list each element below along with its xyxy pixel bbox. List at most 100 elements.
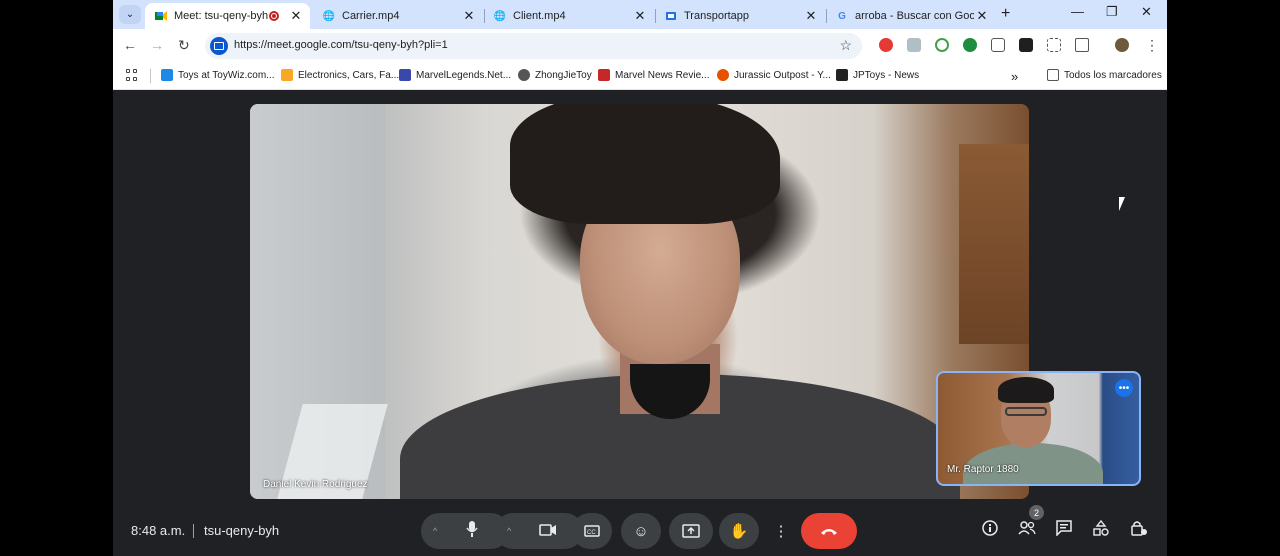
bookmark-label: ZhongJieToy — [535, 69, 592, 81]
tab-carrier[interactable]: 🌐 Carrier.mp4 ✕ — [313, 3, 483, 29]
tab-client[interactable]: 🌐 Client.mp4 ✕ — [484, 3, 654, 29]
bookmarks-bar: Toys at ToyWiz.com... Electronics, Cars,… — [113, 62, 1167, 90]
tab-title: Carrier.mp4 — [342, 10, 400, 22]
meeting-time: 8:48 a.m. — [131, 523, 186, 538]
tab-meet[interactable]: Meet: tsu-qeny-byh ✕ — [145, 3, 310, 29]
bookmark-item[interactable]: Jurassic Outpost - Y... — [717, 69, 831, 81]
bookmark-label: Jurassic Outpost - Y... — [734, 69, 831, 81]
raise-hand-button[interactable]: ✋ — [719, 513, 759, 549]
close-icon[interactable]: ✕ — [461, 8, 477, 24]
screenshot-extension-icon[interactable] — [991, 38, 1005, 52]
close-icon[interactable]: ✕ — [632, 8, 648, 24]
present-button[interactable] — [669, 513, 713, 549]
participant-count-badge: 2 — [1029, 505, 1044, 520]
bookmark-item[interactable]: Electronics, Cars, Fa... — [281, 69, 399, 81]
jptoys-icon — [836, 69, 848, 81]
extensions-puzzle-icon[interactable] — [1075, 38, 1089, 52]
bookmark-label: Toys at ToyWiz.com... — [178, 69, 275, 81]
tab-google-search[interactable]: G arroba - Buscar con Google ✕ — [826, 3, 996, 29]
bookmark-item[interactable]: Toys at ToyWiz.com... — [161, 69, 275, 81]
hand-icon: ✋ — [729, 523, 749, 540]
host-controls-button[interactable] — [1130, 520, 1148, 540]
marvel-news-icon — [598, 69, 610, 81]
leave-call-button[interactable] — [801, 513, 857, 549]
microphone-button[interactable] — [465, 521, 479, 541]
extension-icon[interactable] — [907, 38, 921, 52]
minimize-icon[interactable]: — — [1071, 4, 1084, 19]
page-icon — [665, 10, 677, 22]
tab-search-button[interactable]: ⌄ — [119, 5, 141, 24]
double-chevron-icon: » — [1011, 69, 1019, 84]
all-bookmarks-button[interactable]: Todos los marcadores — [1047, 69, 1162, 81]
self-person-hair — [998, 377, 1054, 403]
back-icon[interactable]: ← — [123, 37, 137, 53]
bookmark-label: Electronics, Cars, Fa... — [298, 69, 400, 81]
marvellegends-icon — [399, 69, 411, 81]
bookmark-label: MarvelLegends.Net... — [416, 69, 512, 81]
captions-button[interactable]: CC — [572, 513, 612, 549]
self-participant-name: Mr. Raptor 1880 — [947, 464, 1019, 475]
profile-avatar[interactable] — [1115, 38, 1129, 52]
timer-extension-icon[interactable] — [935, 38, 949, 52]
forward-icon[interactable]: → — [150, 37, 164, 53]
bookmark-item[interactable]: ZhongJieToy — [518, 69, 592, 81]
bookmark-separator — [150, 69, 151, 83]
grammarly-icon[interactable] — [963, 38, 977, 52]
people-button[interactable] — [1018, 520, 1036, 540]
address-bar[interactable]: https://meet.google.com/tsu-qeny-byh?pli… — [205, 33, 862, 59]
people-icon — [1018, 521, 1036, 535]
reload-icon[interactable]: ↻ — [178, 37, 190, 54]
jurassic-outpost-icon — [717, 69, 729, 81]
self-view-tile[interactable]: Mr. Raptor 1880 ••• — [936, 371, 1141, 486]
self-person-glasses — [1005, 407, 1047, 416]
restore-icon[interactable]: ❐ — [1106, 4, 1118, 20]
apps-grid-icon[interactable] — [126, 69, 138, 81]
emoji-button[interactable]: ☺ — [621, 513, 661, 549]
tab-title: Client.mp4 — [513, 10, 566, 22]
more-options-button[interactable]: ⋮ — [765, 513, 797, 549]
recording-icon — [269, 11, 279, 21]
activities-button[interactable] — [1093, 519, 1109, 540]
tab-title: Meet: tsu-qeny-byh — [174, 10, 269, 22]
new-tab-button[interactable]: + — [1001, 5, 1010, 23]
bookmark-item[interactable]: Marvel News Revie... — [598, 69, 709, 81]
tab-strip: ⌄ Meet: tsu-qeny-byh ✕ 🌐 Carrier.mp4 ✕ 🌐… — [113, 0, 1167, 29]
close-icon[interactable]: ✕ — [974, 8, 990, 24]
terminal-extension-icon[interactable] — [1019, 38, 1033, 52]
bookmark-label: JPToys - News — [853, 69, 920, 81]
close-icon[interactable]: ✕ — [288, 8, 304, 24]
bookmark-star-icon[interactable]: ☆ — [839, 37, 852, 54]
browser-toolbar: ← → ↻ https://meet.google.com/tsu-qeny-b… — [113, 29, 1167, 62]
site-info-icon[interactable] — [210, 37, 228, 55]
meeting-info-button[interactable] — [982, 520, 998, 540]
tab-transportapp[interactable]: Transportapp ✕ — [655, 3, 825, 29]
bookmark-item[interactable]: JPToys - News — [836, 69, 919, 81]
bottom-divider — [193, 524, 194, 538]
globe-icon: 🌐 — [493, 10, 507, 22]
qr-code-icon[interactable] — [1047, 38, 1061, 52]
folder-icon — [1047, 69, 1059, 81]
close-icon[interactable]: ✕ — [803, 8, 819, 24]
camera-control: ^ — [495, 513, 583, 549]
svg-text:CC: CC — [587, 530, 596, 536]
camera-options-caret-icon[interactable]: ^ — [507, 526, 511, 536]
main-video-tile[interactable]: Daniel Kevin Rodriguez — [250, 104, 1029, 499]
participant-name: Daniel Kevin Rodriguez — [263, 479, 368, 490]
browser-window: ⌄ Meet: tsu-qeny-byh ✕ 🌐 Carrier.mp4 ✕ 🌐… — [113, 0, 1167, 556]
camera-icon — [539, 523, 556, 536]
more-options-icon[interactable]: ••• — [1115, 379, 1133, 397]
microphone-icon — [466, 521, 478, 537]
globe-icon — [518, 69, 530, 81]
window-close-icon[interactable]: ✕ — [1141, 4, 1152, 20]
camera-button[interactable] — [539, 523, 557, 540]
lock-person-icon — [1131, 521, 1147, 536]
bookmarks-overflow-button[interactable]: » — [1011, 69, 1018, 84]
more-menu-icon[interactable]: ⋮ — [1145, 37, 1159, 54]
tab-title: Transportapp — [684, 10, 750, 22]
mic-options-caret-icon[interactable]: ^ — [433, 526, 437, 536]
more-vert-icon: ⋮ — [773, 523, 789, 540]
opera-extension-icon[interactable] — [879, 38, 893, 52]
chat-button[interactable] — [1056, 520, 1072, 540]
google-icon: G — [838, 10, 846, 22]
bookmark-item[interactable]: MarvelLegends.Net... — [399, 69, 511, 81]
